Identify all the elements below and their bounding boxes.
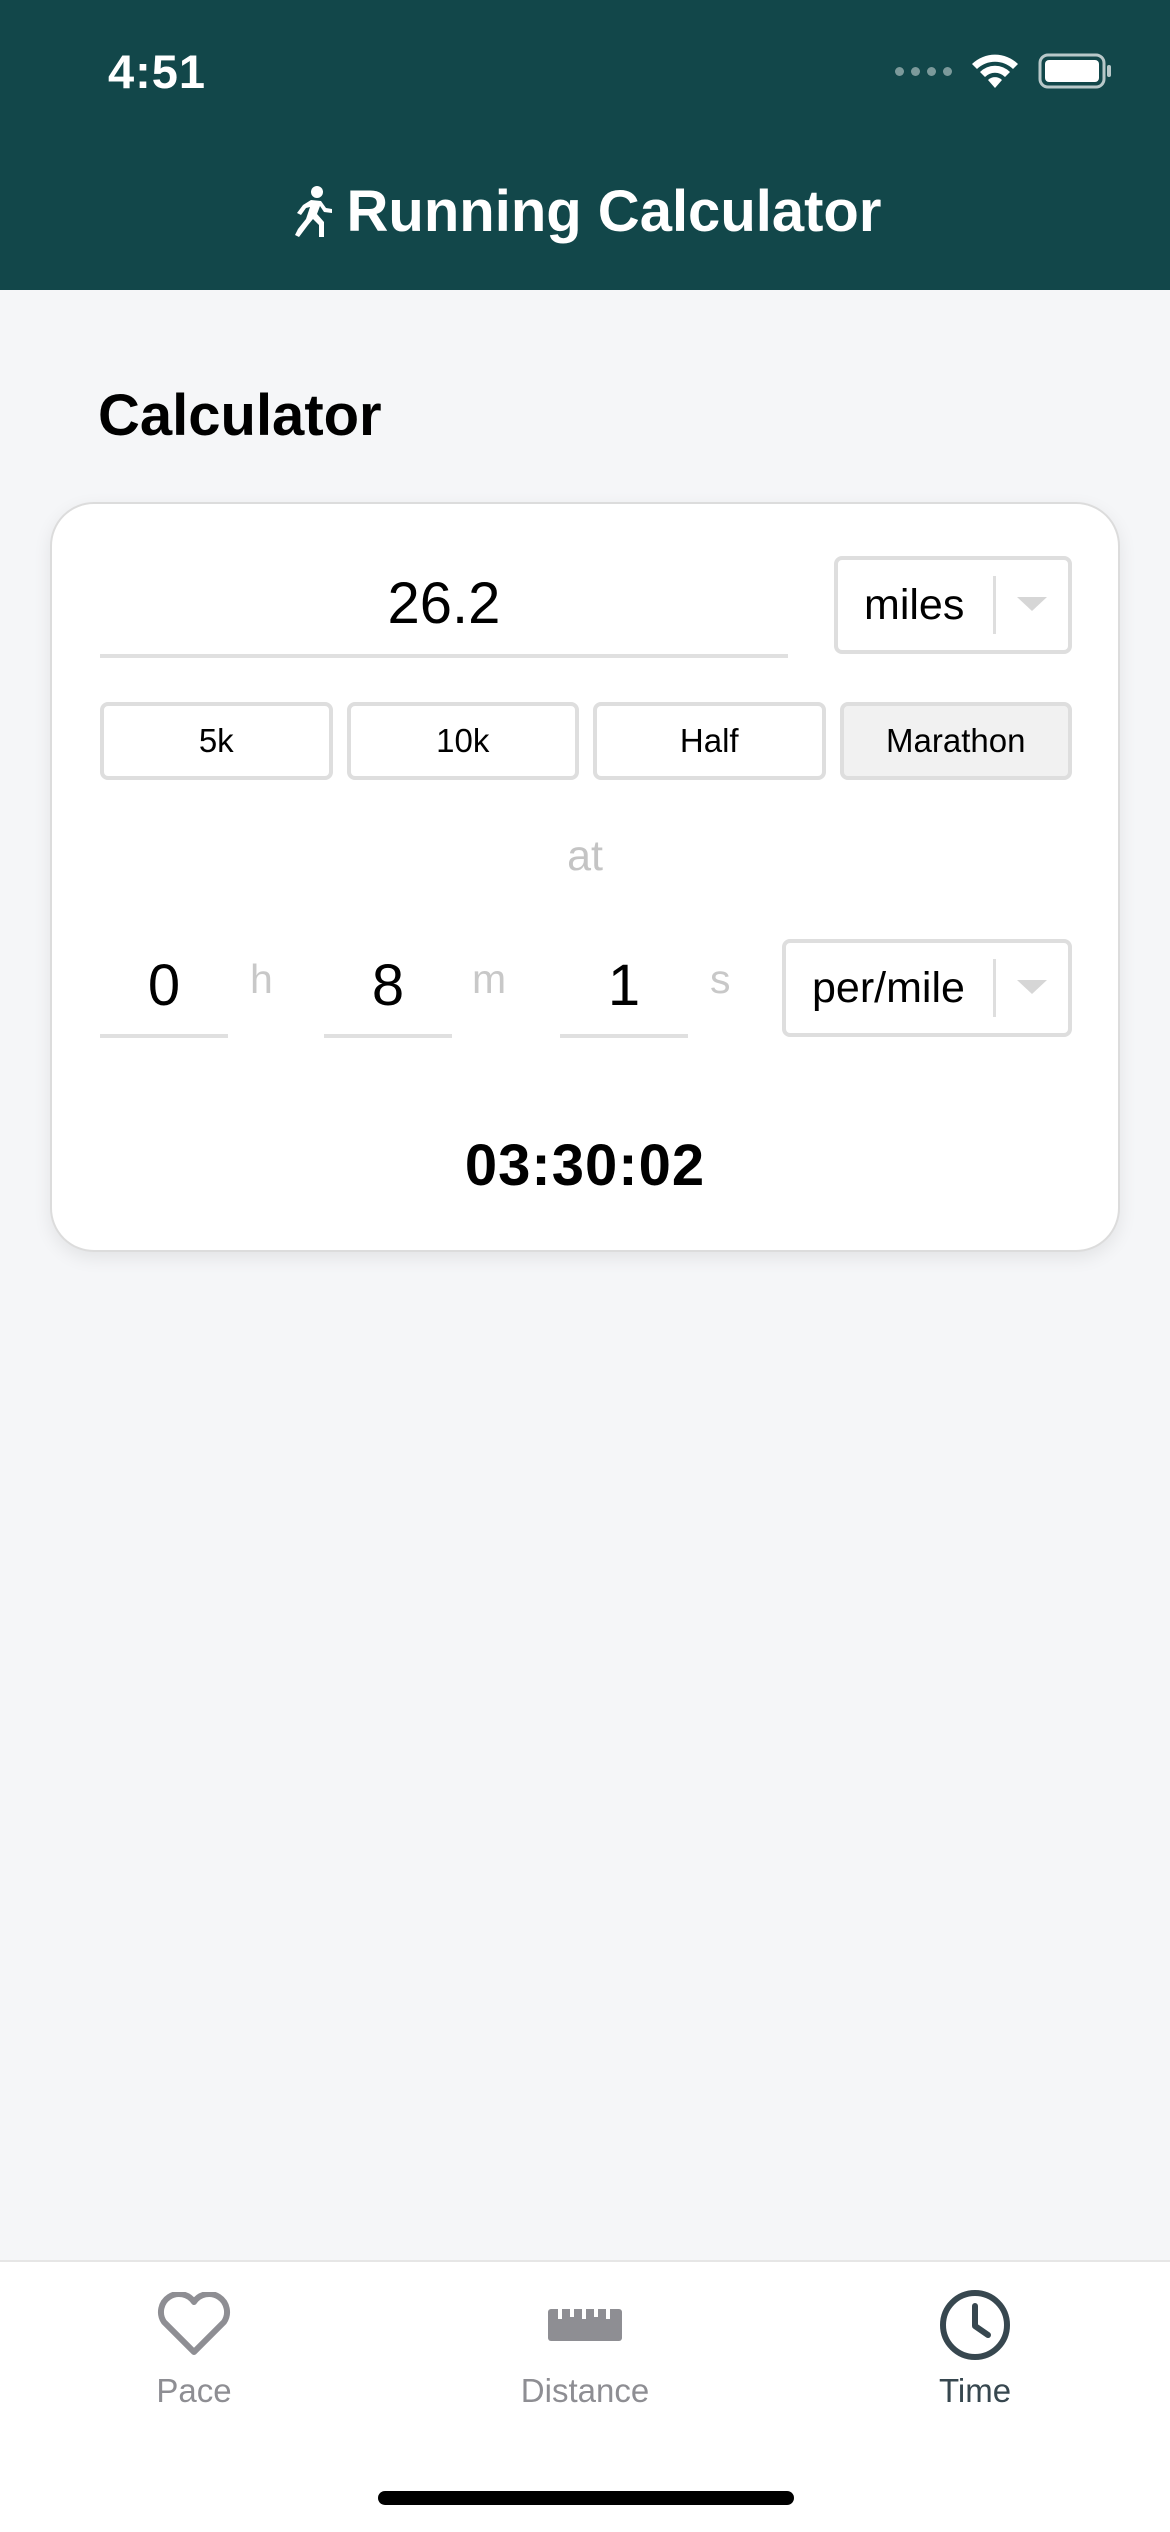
pace-unit-value: per/mile — [812, 963, 965, 1012]
ruler-icon — [548, 2284, 622, 2366]
pace-seconds-input[interactable]: 1 — [560, 934, 688, 1038]
hours-unit-label: h — [250, 956, 273, 1002]
preset-marathon-button[interactable]: Marathon — [839, 702, 1072, 780]
home-indicator — [378, 2491, 794, 2505]
tab-distance[interactable]: Distance — [435, 2284, 735, 2434]
tab-pace[interactable]: Pace — [44, 2284, 344, 2434]
pace-minutes-input[interactable]: 8 — [324, 934, 452, 1038]
wifi-icon — [972, 54, 1018, 88]
app-root: 4:51 Running Calculator Calculator 26.2 … — [0, 0, 1170, 2532]
running-person-icon — [294, 185, 332, 237]
distance-input[interactable]: 26.2 — [100, 554, 788, 658]
cellular-signal-icon — [895, 66, 952, 76]
status-icons — [895, 52, 1114, 90]
preset-10k-button[interactable]: 10k — [346, 702, 579, 780]
preset-half-button[interactable]: Half — [593, 702, 826, 780]
tab-time-label: Time — [938, 2372, 1012, 2409]
calculator-card: 26.2 miles 5k 10k Half Marathon at 0 h 8… — [50, 502, 1120, 1252]
result-time: 03:30:02 — [464, 1133, 706, 1198]
status-time: 4:51 — [108, 45, 207, 98]
distance-unit-select[interactable]: miles — [834, 556, 1072, 654]
pace-unit-select[interactable]: per/mile — [782, 939, 1072, 1037]
distance-presets: 5k 10k Half Marathon — [100, 702, 1072, 780]
pace-hours-input[interactable]: 0 — [100, 934, 228, 1038]
tab-distance-label: Distance — [520, 2372, 650, 2409]
at-label: at — [567, 832, 603, 880]
tab-time[interactable]: Time — [825, 2284, 1125, 2434]
tab-pace-label: Pace — [156, 2372, 232, 2409]
app-title: Running Calculator — [346, 179, 882, 244]
chevron-down-icon — [996, 597, 1068, 613]
app-header: 4:51 Running Calculator — [0, 0, 1170, 290]
header-title: Running Calculator — [0, 178, 1170, 245]
chevron-down-icon — [996, 980, 1068, 996]
heart-icon — [156, 2284, 232, 2366]
seconds-unit-label: s — [710, 956, 731, 1002]
battery-icon — [1038, 53, 1111, 89]
preset-5k-button[interactable]: 5k — [100, 702, 333, 780]
distance-unit-value: miles — [864, 580, 965, 629]
clock-icon — [938, 2284, 1012, 2366]
minutes-unit-label: m — [472, 956, 507, 1002]
section-title: Calculator — [98, 383, 382, 448]
status-bar: 4:51 — [0, 0, 1170, 150]
